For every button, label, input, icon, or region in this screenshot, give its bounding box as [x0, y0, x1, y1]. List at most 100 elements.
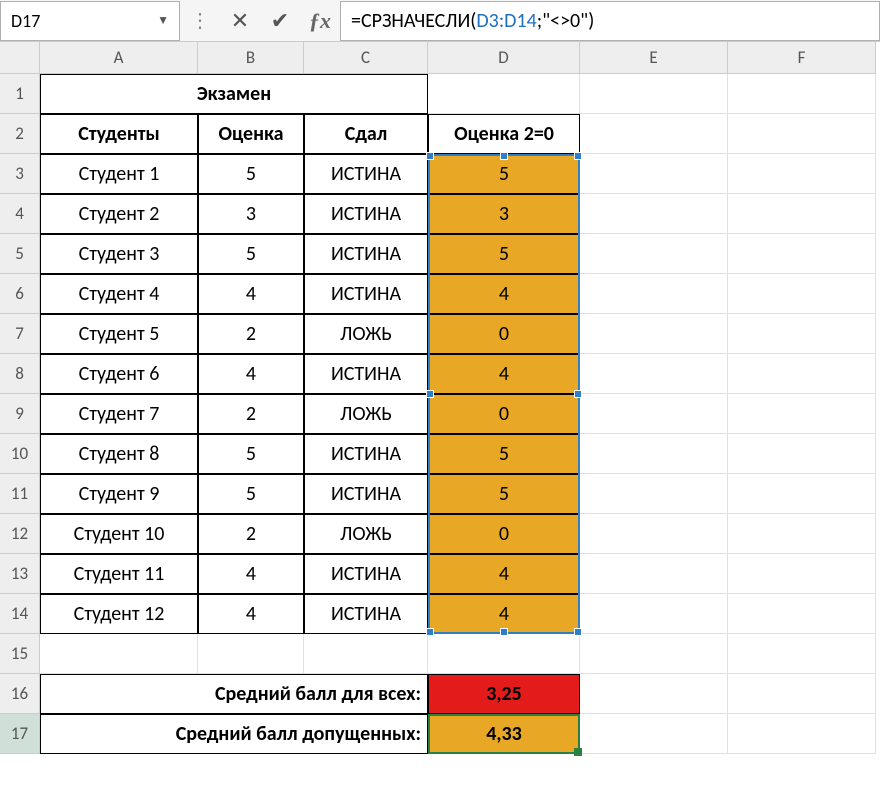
cell-B13[interactable]: 4 — [198, 554, 304, 594]
cell-C5[interactable]: ИСТИНА — [304, 234, 428, 274]
cell-C15[interactable] — [304, 634, 428, 674]
cell-F7[interactable] — [728, 314, 876, 354]
cell-C7[interactable]: ЛОЖЬ — [304, 314, 428, 354]
cell-E17[interactable] — [580, 714, 728, 754]
cell-C11[interactable]: ИСТИНА — [304, 474, 428, 514]
col-header-F[interactable]: F — [728, 42, 876, 74]
cell-F16[interactable] — [728, 674, 876, 714]
cell-F17[interactable] — [728, 714, 876, 754]
col-header-E[interactable]: E — [580, 42, 728, 74]
cell-A4[interactable]: Студент 2 — [40, 194, 198, 234]
cell-B6[interactable]: 4 — [198, 274, 304, 314]
cell-E14[interactable] — [580, 594, 728, 634]
cell-A1-merged-title[interactable]: Экзамен — [40, 74, 428, 114]
cell-B14[interactable]: 4 — [198, 594, 304, 634]
cell-B4[interactable]: 3 — [198, 194, 304, 234]
cell-F5[interactable] — [728, 234, 876, 274]
cell-B2[interactable]: Оценка — [198, 114, 304, 154]
row-header-17[interactable]: 17 — [0, 714, 40, 754]
row-header-7[interactable]: 7 — [0, 314, 40, 354]
cell-E11[interactable] — [580, 474, 728, 514]
row-header-6[interactable]: 6 — [0, 274, 40, 314]
cell-B8[interactable]: 4 — [198, 354, 304, 394]
cell-A15[interactable] — [40, 634, 198, 674]
select-all-corner[interactable] — [0, 42, 40, 74]
row-header-8[interactable]: 8 — [0, 354, 40, 394]
col-header-B[interactable]: B — [198, 42, 304, 74]
cell-A16-merged-label[interactable]: Средний балл для всех: — [40, 674, 428, 714]
cell-E9[interactable] — [580, 394, 728, 434]
row-header-14[interactable]: 14 — [0, 594, 40, 634]
cell-A13[interactable]: Студент 11 — [40, 554, 198, 594]
cell-E6[interactable] — [580, 274, 728, 314]
cell-B5[interactable]: 5 — [198, 234, 304, 274]
cell-B9[interactable]: 2 — [198, 394, 304, 434]
cell-E2[interactable] — [580, 114, 728, 154]
cell-B10[interactable]: 5 — [198, 434, 304, 474]
fx-button[interactable]: ƒx — [300, 1, 340, 41]
cell-E13[interactable] — [580, 554, 728, 594]
cell-E7[interactable] — [580, 314, 728, 354]
cell-A5[interactable]: Студент 3 — [40, 234, 198, 274]
cell-F11[interactable] — [728, 474, 876, 514]
cell-F8[interactable] — [728, 354, 876, 394]
cell-F1[interactable] — [728, 74, 876, 114]
cell-A14[interactable]: Студент 12 — [40, 594, 198, 634]
cell-A10[interactable]: Студент 8 — [40, 434, 198, 474]
cell-B7[interactable]: 2 — [198, 314, 304, 354]
cell-A9[interactable]: Студент 7 — [40, 394, 198, 434]
chevron-down-icon[interactable]: ▼ — [157, 13, 169, 28]
cell-E16[interactable] — [580, 674, 728, 714]
row-header-2[interactable]: 2 — [0, 114, 40, 154]
col-header-A[interactable]: A — [40, 42, 198, 74]
cell-E15[interactable] — [580, 634, 728, 674]
cell-D17[interactable]: 4,33 — [428, 714, 580, 754]
cell-D3[interactable]: 5 — [428, 154, 580, 194]
cell-A6[interactable]: Студент 4 — [40, 274, 198, 314]
row-header-12[interactable]: 12 — [0, 514, 40, 554]
cell-D13[interactable]: 4 — [428, 554, 580, 594]
cell-C14[interactable]: ИСТИНА — [304, 594, 428, 634]
cell-F15[interactable] — [728, 634, 876, 674]
cell-E4[interactable] — [580, 194, 728, 234]
cell-C13[interactable]: ИСТИНА — [304, 554, 428, 594]
cell-D15[interactable] — [428, 634, 580, 674]
cell-C12[interactable]: ЛОЖЬ — [304, 514, 428, 554]
row-header-4[interactable]: 4 — [0, 194, 40, 234]
row-header-13[interactable]: 13 — [0, 554, 40, 594]
cell-D16[interactable]: 3,25 — [428, 674, 580, 714]
cell-D12[interactable]: 0 — [428, 514, 580, 554]
cancel-formula-button[interactable]: ✕ — [220, 1, 260, 41]
cell-A7[interactable]: Студент 5 — [40, 314, 198, 354]
cell-D5[interactable]: 5 — [428, 234, 580, 274]
cell-E10[interactable] — [580, 434, 728, 474]
row-header-15[interactable]: 15 — [0, 634, 40, 674]
cell-A12[interactable]: Студент 10 — [40, 514, 198, 554]
formula-input[interactable]: =СРЗНАЧЕСЛИ(D3:D14;"<>0") — [340, 1, 880, 41]
row-header-3[interactable]: 3 — [0, 154, 40, 194]
cell-B15[interactable] — [198, 634, 304, 674]
row-header-11[interactable]: 11 — [0, 474, 40, 514]
accept-formula-button[interactable]: ✔ — [260, 1, 300, 41]
col-header-C[interactable]: C — [304, 42, 428, 74]
cell-D8[interactable]: 4 — [428, 354, 580, 394]
cell-D14[interactable]: 4 — [428, 594, 580, 634]
cell-A8[interactable]: Студент 6 — [40, 354, 198, 394]
cell-A11[interactable]: Студент 9 — [40, 474, 198, 514]
cell-F4[interactable] — [728, 194, 876, 234]
cell-E1[interactable] — [580, 74, 728, 114]
row-header-1[interactable]: 1 — [0, 74, 40, 114]
cell-E12[interactable] — [580, 514, 728, 554]
cell-F6[interactable] — [728, 274, 876, 314]
cell-C6[interactable]: ИСТИНА — [304, 274, 428, 314]
cell-D1[interactable] — [428, 74, 580, 114]
cell-D2[interactable]: Оценка 2=0 — [428, 114, 580, 154]
cell-C3[interactable]: ИСТИНА — [304, 154, 428, 194]
cell-D7[interactable]: 0 — [428, 314, 580, 354]
cell-F2[interactable] — [728, 114, 876, 154]
cell-A3[interactable]: Студент 1 — [40, 154, 198, 194]
cell-E5[interactable] — [580, 234, 728, 274]
cell-C8[interactable]: ИСТИНА — [304, 354, 428, 394]
cell-F12[interactable] — [728, 514, 876, 554]
cell-F14[interactable] — [728, 594, 876, 634]
